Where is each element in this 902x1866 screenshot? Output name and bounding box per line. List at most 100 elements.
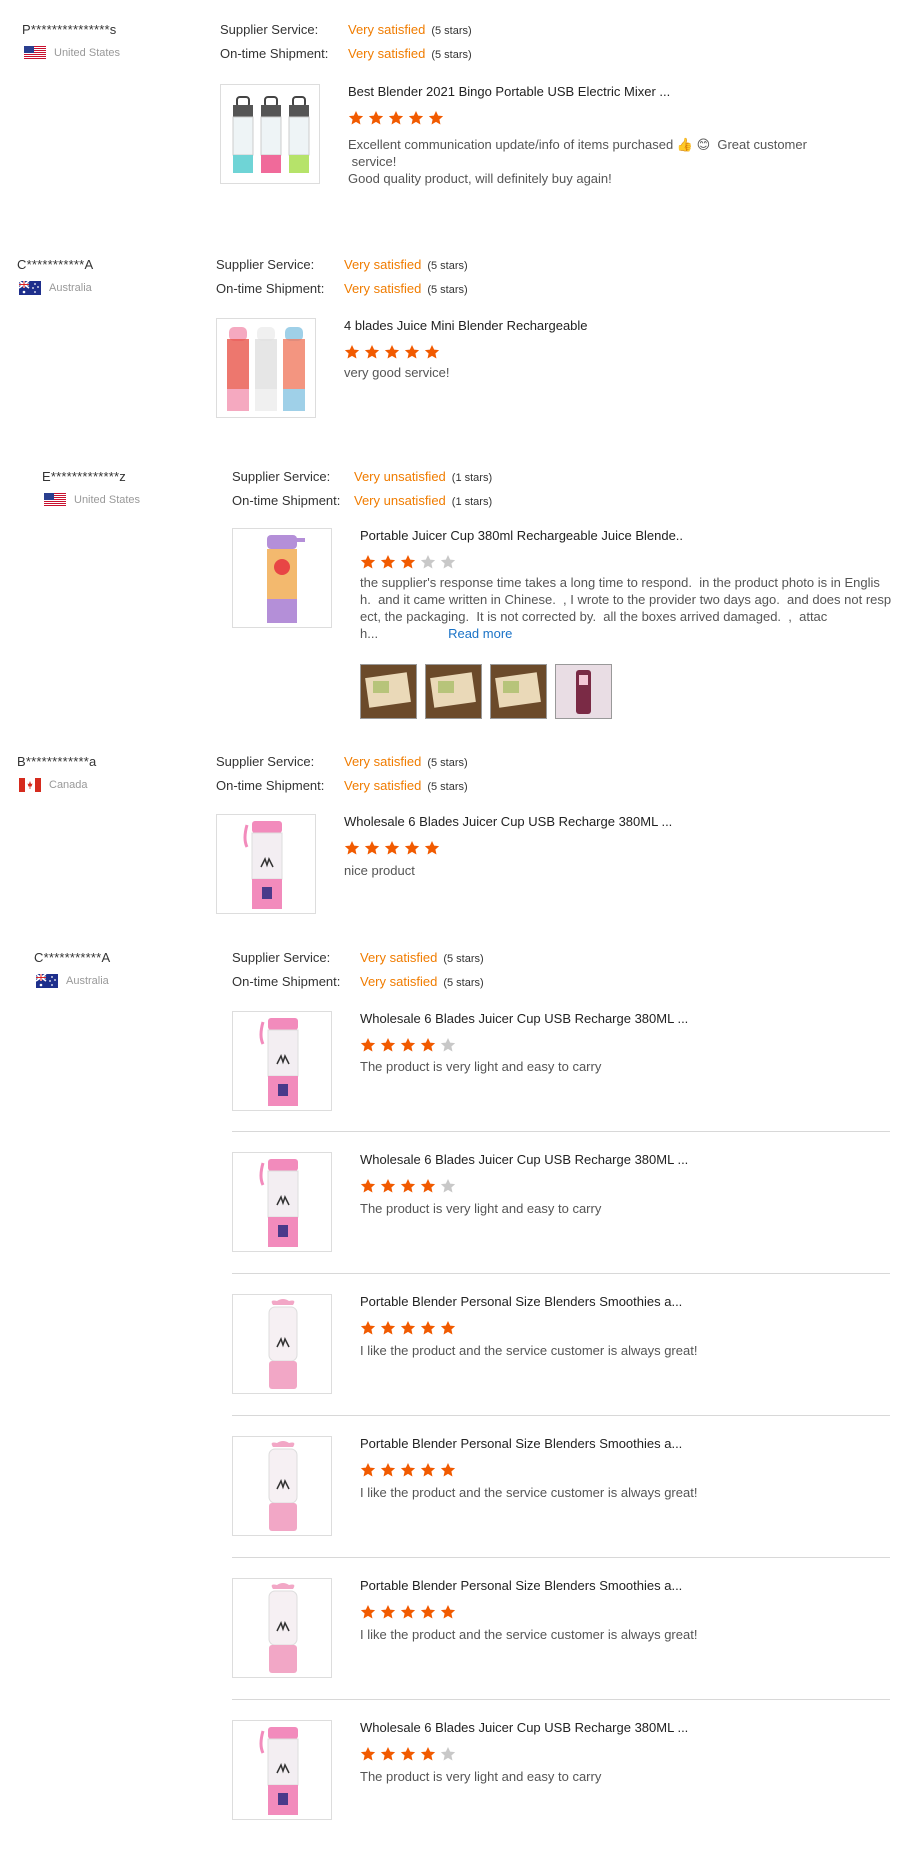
star-filled-icon xyxy=(400,1178,416,1199)
rating-stars xyxy=(360,1178,456,1199)
star-empty-icon xyxy=(440,1037,456,1058)
star-filled-icon xyxy=(360,1037,376,1058)
comment-line: very good service! xyxy=(344,365,450,380)
review-comment: I like the product and the service custo… xyxy=(360,1484,882,1501)
star-filled-icon xyxy=(364,344,380,365)
star-filled-icon xyxy=(360,1178,376,1199)
item-divider xyxy=(232,1273,890,1274)
us-flag xyxy=(24,46,46,60)
meta-label: On-time Shipment: xyxy=(232,974,341,989)
star-filled-icon xyxy=(420,1604,436,1625)
comment-line: Excellent communication update/info of i… xyxy=(348,137,807,152)
comment-line: The product is very light and easy to ca… xyxy=(360,1059,602,1074)
product-title[interactable]: Wholesale 6 Blades Juicer Cup USB Rechar… xyxy=(360,1011,688,1026)
rating-stars xyxy=(360,1746,456,1767)
product-title[interactable]: Portable Blender Personal Size Blenders … xyxy=(360,1436,682,1451)
meta-stars: (5 stars) xyxy=(427,757,468,769)
star-empty-icon xyxy=(420,554,436,575)
review-photo[interactable] xyxy=(555,664,612,719)
buyer-country: United States xyxy=(24,46,120,60)
read-more-link[interactable]: Read more xyxy=(448,626,512,641)
star-filled-icon xyxy=(424,344,440,365)
star-filled-icon xyxy=(388,110,404,131)
star-filled-icon xyxy=(384,840,400,861)
meta-label: On-time Shipment: xyxy=(216,281,325,296)
meta-value: Very unsatisfied xyxy=(354,493,446,508)
review-comment: I like the product and the service custo… xyxy=(360,1626,882,1643)
product-thumbnail[interactable] xyxy=(232,528,332,628)
star-empty-icon xyxy=(440,554,456,575)
country-name: Canada xyxy=(49,779,88,791)
shipment-row: On-time Shipment: Very satisfied (5 stars) xyxy=(216,281,468,296)
product-title[interactable]: Wholesale 6 Blades Juicer Cup USB Rechar… xyxy=(360,1152,688,1167)
star-empty-icon xyxy=(440,1746,456,1767)
star-filled-icon xyxy=(360,1746,376,1767)
meta-stars: (5 stars) xyxy=(427,781,468,793)
buyer-name: P***************s xyxy=(22,22,117,37)
comment-line: I like the product and the service custo… xyxy=(360,1485,698,1500)
star-filled-icon xyxy=(360,1320,376,1341)
star-filled-icon xyxy=(400,1037,416,1058)
product-thumbnail[interactable] xyxy=(232,1011,332,1111)
star-filled-icon xyxy=(360,554,376,575)
meta-label: Supplier Service: xyxy=(216,754,315,769)
supplier-service-row: Supplier Service: Very satisfied (5 stars) xyxy=(220,22,472,37)
review-comment: Excellent communication update/info of i… xyxy=(348,136,882,187)
shipment-row: On-time Shipment: Very satisfied (5 stars) xyxy=(232,974,484,989)
comment-line: Good quality product, will definitely bu… xyxy=(348,171,612,186)
star-filled-icon xyxy=(404,840,420,861)
product-title[interactable]: Wholesale 6 Blades Juicer Cup USB Rechar… xyxy=(344,814,672,829)
product-thumbnail[interactable] xyxy=(232,1294,332,1394)
product-title[interactable]: Portable Blender Personal Size Blenders … xyxy=(360,1294,682,1309)
product-thumbnail[interactable] xyxy=(216,814,316,914)
review-photo[interactable] xyxy=(360,664,417,719)
ca-flag xyxy=(19,778,41,792)
star-filled-icon xyxy=(400,1320,416,1341)
rating-stars xyxy=(344,840,440,861)
review-comment: The product is very light and easy to ca… xyxy=(360,1200,882,1217)
supplier-service-row: Supplier Service: Very satisfied (5 stars) xyxy=(216,257,468,272)
review-comment: I like the product and the service custo… xyxy=(360,1342,882,1359)
comment-line: I like the product and the service custo… xyxy=(360,1627,698,1642)
product-thumbnail[interactable] xyxy=(220,84,320,184)
product-title[interactable]: Portable Blender Personal Size Blenders … xyxy=(360,1578,682,1593)
review-photo[interactable] xyxy=(490,664,547,719)
star-filled-icon xyxy=(408,110,424,131)
buyer-country: United States xyxy=(44,493,140,507)
item-divider xyxy=(232,1699,890,1700)
star-filled-icon xyxy=(428,110,444,131)
star-filled-icon xyxy=(364,840,380,861)
product-thumbnail[interactable] xyxy=(232,1152,332,1252)
star-filled-icon xyxy=(344,344,360,365)
comment-line: nice product xyxy=(344,863,415,878)
product-thumbnail[interactable] xyxy=(232,1436,332,1536)
country-name: Australia xyxy=(66,975,109,987)
product-title[interactable]: Wholesale 6 Blades Juicer Cup USB Rechar… xyxy=(360,1720,688,1735)
product-title[interactable]: 4 blades Juice Mini Blender Rechargeable xyxy=(344,318,588,333)
star-filled-icon xyxy=(400,1746,416,1767)
review-photo[interactable] xyxy=(425,664,482,719)
star-filled-icon xyxy=(380,1462,396,1483)
item-divider xyxy=(232,1131,890,1132)
meta-stars: (5 stars) xyxy=(443,953,484,965)
product-title[interactable]: Best Blender 2021 Bingo Portable USB Ele… xyxy=(348,84,670,99)
star-filled-icon xyxy=(400,554,416,575)
star-filled-icon xyxy=(380,1037,396,1058)
star-empty-icon xyxy=(440,1178,456,1199)
star-filled-icon xyxy=(440,1462,456,1483)
product-title[interactable]: Portable Juicer Cup 380ml Rechargeable J… xyxy=(360,528,683,543)
product-thumbnail[interactable] xyxy=(232,1578,332,1678)
meta-value: Very satisfied xyxy=(344,281,422,296)
supplier-service-row: Supplier Service: Very satisfied (5 stars) xyxy=(216,754,468,769)
review-comment: The product is very light and easy to ca… xyxy=(360,1768,882,1785)
buyer-name: B************a xyxy=(17,754,97,769)
star-filled-icon xyxy=(380,554,396,575)
buyer-country: Australia xyxy=(36,974,109,988)
us-flag xyxy=(44,493,66,507)
meta-stars: (1 stars) xyxy=(451,472,493,484)
star-filled-icon xyxy=(360,1462,376,1483)
product-thumbnail[interactable] xyxy=(216,318,316,418)
star-filled-icon xyxy=(420,1320,436,1341)
meta-stars: (5 stars) xyxy=(431,49,472,61)
product-thumbnail[interactable] xyxy=(232,1720,332,1820)
